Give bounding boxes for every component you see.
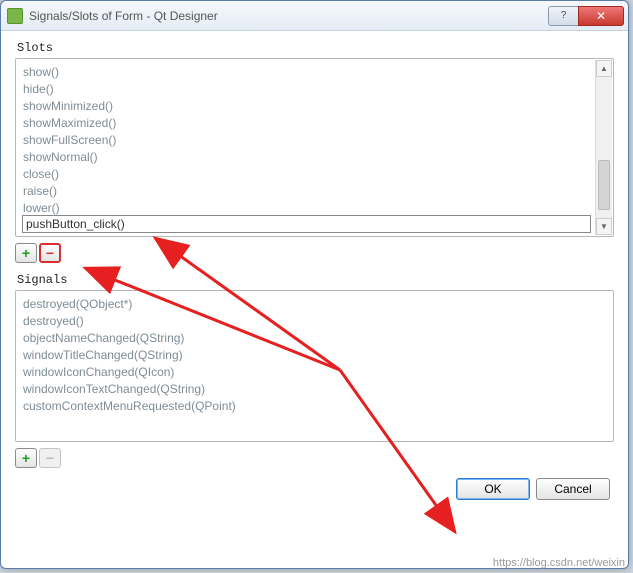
slot-name-input[interactable] [23,216,590,232]
signals-label: Signals [15,273,614,287]
dialog-footer: OK Cancel [15,478,614,500]
slots-group: Slots show()hide()showMinimized()showMax… [15,41,614,263]
add-slot-button[interactable]: + [15,243,37,263]
qt-app-icon [7,8,23,24]
list-item[interactable]: hide() [23,81,610,98]
list-item[interactable]: showMaximized() [23,115,610,132]
list-item[interactable]: customContextMenuRequested(QPoint) [23,398,610,415]
list-item[interactable]: show() [23,64,610,81]
cancel-button[interactable]: Cancel [536,478,610,500]
signals-listbox[interactable]: destroyed(QObject*)destroyed()objectName… [15,290,614,442]
watermark-text: https://blog.csdn.net/weixin [493,557,625,569]
scroll-down-icon[interactable]: ▼ [596,218,612,235]
list-item[interactable]: windowIconTextChanged(QString) [23,381,610,398]
list-item[interactable]: objectNameChanged(QString) [23,330,610,347]
slots-scrollbar[interactable]: ▲ ▼ [595,60,612,235]
close-button[interactable]: ✕ [578,6,624,26]
remove-slot-button[interactable]: − [39,243,61,263]
scroll-up-icon[interactable]: ▲ [596,60,612,77]
ok-button[interactable]: OK [456,478,530,500]
list-item[interactable]: showMinimized() [23,98,610,115]
list-item[interactable]: destroyed() [23,313,610,330]
help-button[interactable]: ? [548,6,578,26]
slots-listbox[interactable]: show()hide()showMinimized()showMaximized… [15,58,614,237]
signals-group: Signals destroyed(QObject*)destroyed()ob… [15,273,614,468]
list-item[interactable]: showFullScreen() [23,132,610,149]
list-item[interactable]: close() [23,166,610,183]
list-item[interactable]: windowIconChanged(QIcon) [23,364,610,381]
remove-signal-button: − [39,448,61,468]
list-item[interactable]: raise() [23,183,610,200]
list-item[interactable]: windowTitleChanged(QString) [23,347,610,364]
slot-edit-row[interactable] [22,215,591,233]
add-signal-button[interactable]: + [15,448,37,468]
window-title: Signals/Slots of Form - Qt Designer [29,9,548,23]
list-item[interactable]: showNormal() [23,149,610,166]
dialog-window: Signals/Slots of Form - Qt Designer ? ✕ … [0,0,629,569]
list-item[interactable]: destroyed(QObject*) [23,296,610,313]
slots-label: Slots [15,41,614,55]
scroll-thumb[interactable] [598,160,610,210]
titlebar[interactable]: Signals/Slots of Form - Qt Designer ? ✕ [1,1,628,31]
